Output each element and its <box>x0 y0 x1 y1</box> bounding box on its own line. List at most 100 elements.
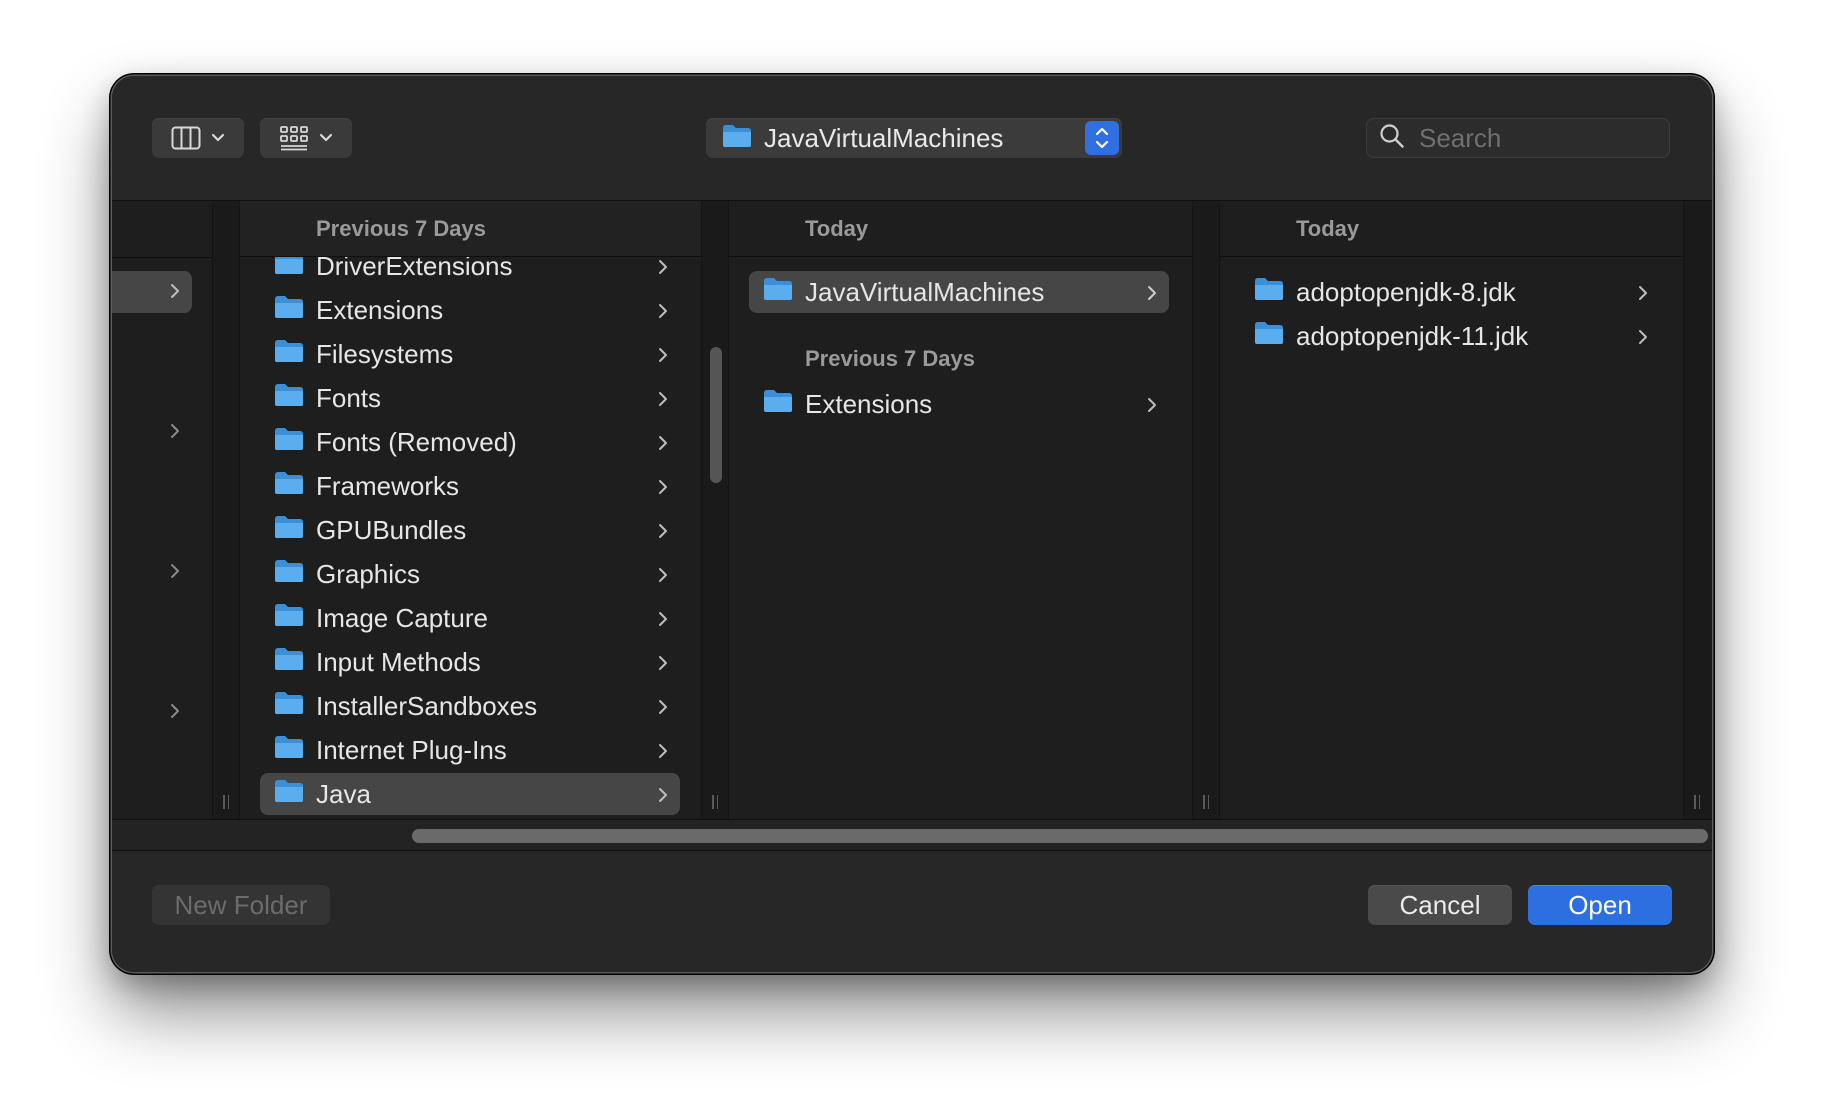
item-name: Fonts (Removed) <box>316 426 517 457</box>
list-item[interactable]: Java <box>260 773 680 815</box>
folder-icon <box>274 427 304 458</box>
item-name: Image Capture <box>316 602 488 633</box>
search-input[interactable] <box>1419 122 1619 154</box>
parent-selected-row[interactable] <box>112 271 192 313</box>
folder-icon <box>722 124 752 153</box>
chevron-right-icon <box>170 283 180 304</box>
search-icon <box>1379 123 1405 154</box>
search-field[interactable] <box>1366 118 1670 158</box>
list-item[interactable]: Frameworks <box>260 465 680 507</box>
item-name: InstallerSandboxes <box>316 690 538 721</box>
item-name: adoptopenjdk-8.jdk <box>1296 276 1516 307</box>
folder-icon <box>763 389 793 420</box>
folder-icon <box>763 277 793 308</box>
chevron-right-icon <box>658 603 668 634</box>
folder-icon <box>274 295 304 326</box>
item-name: adoptopenjdk-11.jdk <box>1296 320 1529 351</box>
new-folder-button[interactable]: New Folder <box>152 885 330 925</box>
folder-icon <box>274 339 304 370</box>
chevron-right-icon <box>658 691 668 722</box>
horizontal-scrollbar[interactable] <box>112 819 1712 851</box>
location-label: JavaVirtualMachines <box>764 122 1004 153</box>
section-header: Today <box>1220 201 1683 257</box>
list-item[interactable]: InstallerSandboxes <box>260 685 680 727</box>
columns-view-icon <box>171 126 201 150</box>
list-item[interactable]: Internet Plug-Ins <box>260 729 680 771</box>
open-file-dialog: JavaVirtualMachines Previous <box>112 76 1712 972</box>
list-item[interactable]: Fonts <box>260 377 680 419</box>
folder-icon <box>274 383 304 414</box>
column-resize-handle[interactable] <box>1683 201 1712 819</box>
parent-column[interactable] <box>112 201 212 819</box>
horizontal-scrollbar-thumb[interactable] <box>412 829 1708 843</box>
item-name: Fonts <box>316 382 382 413</box>
chevron-right-icon <box>1147 277 1157 308</box>
item-name: Filesystems <box>316 338 454 369</box>
folder-icon <box>274 471 304 502</box>
chevron-right-icon <box>170 423 180 444</box>
folder-icon <box>274 647 304 678</box>
chevron-right-icon <box>1638 277 1648 308</box>
list-item[interactable]: adoptopenjdk-8.jdk <box>1240 271 1660 313</box>
dialog-toolbar: JavaVirtualMachines <box>112 76 1712 201</box>
folder-icon <box>274 515 304 546</box>
cancel-button[interactable]: Cancel <box>1368 885 1512 925</box>
list-item[interactable]: GPUBundles <box>260 509 680 551</box>
java-column[interactable]: Today JavaVirtualMachines Previous 7 Day… <box>729 201 1192 819</box>
item-name: Graphics <box>316 558 421 589</box>
chevron-down-icon <box>211 133 225 143</box>
column-resize-handle[interactable] <box>701 201 729 819</box>
chevron-down-icon <box>319 133 333 143</box>
chevron-right-icon <box>658 559 668 590</box>
folder-icon <box>274 735 304 766</box>
chevron-right-icon <box>1147 389 1157 420</box>
item-name: Extensions <box>805 388 933 419</box>
chevron-right-icon <box>658 427 668 458</box>
list-item[interactable]: Extensions <box>260 289 680 331</box>
chevron-right-icon <box>658 647 668 678</box>
item-name: JavaVirtualMachines <box>805 276 1045 307</box>
column-resize-handle[interactable] <box>1192 201 1220 819</box>
section-header: Previous 7 Days <box>805 346 975 371</box>
chevron-right-icon <box>658 515 668 546</box>
list-item[interactable]: Graphics <box>260 553 680 595</box>
folder-icon <box>274 779 304 810</box>
chevron-right-icon <box>658 383 668 414</box>
folder-icon <box>1254 321 1284 352</box>
column-resize-handle[interactable] <box>212 201 240 819</box>
chevron-right-icon <box>658 735 668 766</box>
list-item[interactable]: Extensions <box>749 383 1169 425</box>
item-name: Frameworks <box>316 470 460 501</box>
vertical-scrollbar[interactable] <box>710 347 722 483</box>
jvm-column[interactable]: Today adoptopenjdk-8.jdk adoptopenjdk-11… <box>1220 201 1683 819</box>
list-item[interactable]: Fonts (Removed) <box>260 421 680 463</box>
folder-icon <box>274 559 304 590</box>
chevron-right-icon <box>170 703 180 724</box>
chevron-right-icon <box>658 339 668 370</box>
view-mode-button[interactable] <box>152 118 244 158</box>
parent-column-header <box>112 201 212 258</box>
group-by-button[interactable] <box>260 118 352 158</box>
icon-grid-icon <box>279 125 309 151</box>
section-header: Today <box>729 201 1192 257</box>
up-down-stepper-icon <box>1085 121 1119 155</box>
library-column[interactable]: Previous 7 Days DriverExtensions Extensio… <box>240 201 701 819</box>
folder-icon <box>1254 277 1284 308</box>
item-name: Java <box>316 778 371 809</box>
folder-icon <box>274 691 304 722</box>
column-browser: Previous 7 Days DriverExtensions Extensio… <box>112 201 1712 819</box>
list-item[interactable]: Filesystems <box>260 333 680 375</box>
chevron-right-icon <box>1638 321 1648 352</box>
list-item[interactable]: adoptopenjdk-11.jdk <box>1240 315 1660 357</box>
list-item[interactable]: Input Methods <box>260 641 680 683</box>
chevron-right-icon <box>658 779 668 810</box>
list-item[interactable]: Image Capture <box>260 597 680 639</box>
open-button[interactable]: Open <box>1528 885 1672 925</box>
item-name: Input Methods <box>316 646 481 677</box>
location-popup[interactable]: JavaVirtualMachines <box>706 118 1122 158</box>
dialog-footer: New Folder Cancel Open <box>112 851 1712 972</box>
list-item[interactable]: JavaVirtualMachines <box>749 271 1169 313</box>
chevron-right-icon <box>658 295 668 326</box>
item-name: Extensions <box>316 294 444 325</box>
item-name: Internet Plug-Ins <box>316 734 507 765</box>
